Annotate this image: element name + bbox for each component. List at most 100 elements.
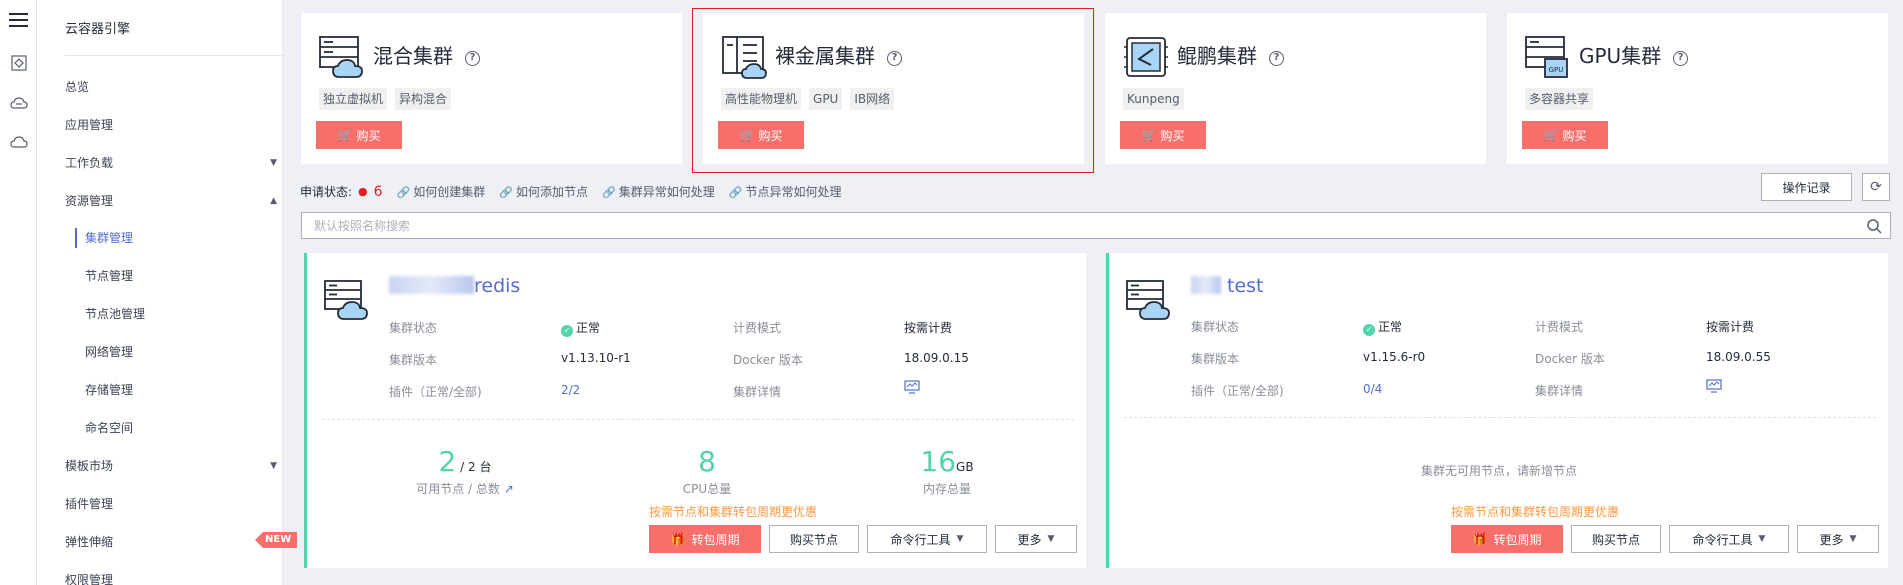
buy-button[interactable]: 🛒 购买 — [1120, 121, 1206, 149]
search-box — [301, 212, 1891, 239]
product-title: 鲲鹏集群? — [1177, 40, 1284, 69]
sidebar-item-permissions[interactable]: 权限管理 — [65, 570, 277, 585]
sidebar-item-nodepools[interactable]: 节点池管理 — [85, 304, 275, 324]
help-link-cluster-error[interactable]: 🔗 集群异常如何处理 — [602, 183, 715, 200]
sidebar-item-label: 资源管理 — [65, 194, 114, 208]
docker-version: 18.09.0.55 — [1706, 350, 1771, 364]
sidebar-title: 云容器引擎 — [65, 22, 131, 37]
product-title: GPU集群? — [1579, 40, 1689, 69]
help-icon[interactable]: ? — [1673, 51, 1689, 66]
caret-down-icon: ▼ — [1047, 534, 1055, 544]
sidebar-item-resources[interactable]: 资源管理 ▲ — [65, 191, 277, 211]
tag-list: 多容器共享 — [1525, 88, 1594, 110]
active-indicator — [75, 228, 77, 248]
apply-status-count[interactable]: 6 — [374, 184, 383, 200]
cluster-version: v1.15.6-r0 — [1363, 350, 1426, 364]
caret-down-icon: ▼ — [1758, 534, 1766, 544]
buy-button[interactable]: 🛒 购买 — [1522, 121, 1608, 149]
search-input[interactable] — [302, 213, 1852, 238]
help-icon[interactable]: ? — [887, 51, 902, 66]
addons-count[interactable]: 2/2 — [561, 383, 580, 397]
field-label: Docker 版本 — [733, 353, 803, 367]
buy-node-button[interactable]: 购买节点 — [769, 525, 859, 553]
field-label: 插件（正常/全部) — [389, 385, 482, 399]
sidebar-item-nodes[interactable]: 节点管理 — [85, 266, 275, 286]
help-link-node-error[interactable]: 🔗 节点异常如何处理 — [729, 183, 842, 200]
sidebar-item-apps[interactable]: 应用管理 — [65, 115, 277, 135]
tag-list: 高性能物理机 GPU IB网络 — [721, 88, 895, 110]
sidebar-item-templates[interactable]: 模板市场 ▼ — [65, 456, 277, 476]
convert-to-yearly-button[interactable]: 🎁 转包周期 — [649, 525, 761, 553]
stat-cpu: 8 CPU总量 — [657, 445, 757, 497]
product-title: 裸金属集群? — [775, 40, 902, 69]
refresh-button[interactable]: ⟳ — [1862, 173, 1890, 201]
check-icon: ✓ — [561, 325, 573, 337]
product-card-baremetal: 裸金属集群? 高性能物理机 GPU IB网络 🛒 购买 — [703, 13, 1084, 164]
convert-to-yearly-button[interactable]: 🎁 转包周期 — [1451, 525, 1563, 553]
sidebar-item-network[interactable]: 网络管理 — [85, 342, 275, 362]
sidebar-item-workloads[interactable]: 工作负载 ▼ — [65, 153, 277, 173]
sidebar-item-namespaces[interactable]: 命名空间 — [85, 418, 275, 438]
cli-tools-dropdown[interactable]: 命令行工具 ▼ — [1669, 525, 1789, 553]
buy-button[interactable]: 🛒 购买 — [718, 121, 804, 149]
sidebar-item-overview[interactable]: 总览 — [65, 77, 277, 97]
stat-caption: CPU总量 — [682, 482, 732, 496]
monitor-icon[interactable] — [904, 380, 920, 397]
cluster-status: ✓ 正常 — [1363, 318, 1402, 336]
cluster-status: ✓ 正常 — [561, 319, 600, 337]
field-label: 集群状态 — [1191, 320, 1240, 334]
flame-icon: ● — [358, 185, 368, 198]
cluster-version: v1.13.10-r1 — [561, 351, 631, 365]
check-icon: ✓ — [1363, 324, 1375, 336]
bare-metal-icon — [721, 35, 767, 79]
stat-caption: 内存总量 — [922, 482, 971, 496]
cluster-name[interactable]: test — [1191, 275, 1264, 297]
cloud-icon[interactable] — [9, 94, 29, 112]
menu-icon[interactable] — [9, 13, 28, 27]
caret-down-icon: ▼ — [270, 158, 277, 168]
buy-node-button[interactable]: 购买节点 — [1571, 525, 1661, 553]
cart-icon: 🛒 — [1141, 128, 1157, 142]
stat-nodes: 2 / 2 台 可用节点 / 总数 ↗ — [405, 445, 525, 497]
more-dropdown[interactable]: 更多 ▼ — [1797, 525, 1879, 553]
sidebar-item-autoscaling[interactable]: 弹性伸缩 NEW — [65, 532, 298, 552]
cluster-name[interactable]: redis — [389, 275, 520, 297]
cluster-icon — [1126, 279, 1172, 321]
help-link-create-cluster[interactable]: 🔗 如何创建集群 — [397, 183, 486, 200]
help-link-add-node[interactable]: 🔗 如何添加节点 — [499, 183, 588, 200]
stat-value: 2 — [438, 445, 457, 478]
apply-status-row: 申请状态: ● 6 🔗 如何创建集群 🔗 如何添加节点 🔗 集群异常如何处理 🔗 节点异… — [300, 183, 841, 200]
addons-count[interactable]: 0/4 — [1363, 382, 1382, 396]
new-badge: NEW — [255, 532, 298, 548]
cloud-alt-icon[interactable] — [9, 133, 29, 151]
sidebar-item-addons[interactable]: 插件管理 — [65, 494, 277, 514]
field-label: 集群版本 — [389, 353, 438, 367]
sidebar-item-storage[interactable]: 存储管理 — [85, 380, 275, 400]
field-label: 集群详情 — [1535, 384, 1584, 398]
field-label: 插件（正常/全部) — [1191, 384, 1284, 398]
empty-nodes-message: 集群无可用节点，请新增节点 — [1421, 464, 1578, 478]
gift-icon: 🎁 — [670, 532, 686, 546]
tag: 高性能物理机 — [721, 88, 802, 110]
operation-record-button[interactable]: 操作记录 — [1761, 173, 1852, 201]
redirect-arrow-icon[interactable]: ↗ — [504, 482, 514, 496]
billing-mode: 按需计费 — [1706, 320, 1755, 334]
link-icon: 🔗 — [499, 186, 513, 199]
help-icon[interactable]: ? — [1269, 51, 1284, 66]
sidebar-item-clusters[interactable]: 集群管理 — [85, 228, 275, 248]
help-icon[interactable]: ? — [465, 51, 480, 66]
cart-icon: 🛒 — [1543, 128, 1559, 142]
more-dropdown[interactable]: 更多 ▼ — [995, 525, 1077, 553]
svg-text:GPU: GPU — [1549, 66, 1564, 74]
buy-button[interactable]: 🛒 购买 — [316, 121, 402, 149]
cluster-card: redis 集群状态 ✓ 正常 计费模式 按需计费 集群版本 v1.13.10-r… — [304, 253, 1086, 568]
tag: GPU — [809, 88, 843, 110]
cce-icon[interactable] — [9, 54, 29, 72]
tag-list: Kunpeng — [1123, 88, 1184, 110]
cli-tools-dropdown[interactable]: 命令行工具 ▼ — [867, 525, 987, 553]
apply-status-label: 申请状态: — [300, 185, 353, 199]
link-icon: 🔗 — [396, 186, 411, 199]
kunpeng-chip-icon — [1123, 35, 1169, 79]
monitor-icon[interactable] — [1706, 379, 1722, 396]
search-icon[interactable] — [1866, 218, 1882, 234]
